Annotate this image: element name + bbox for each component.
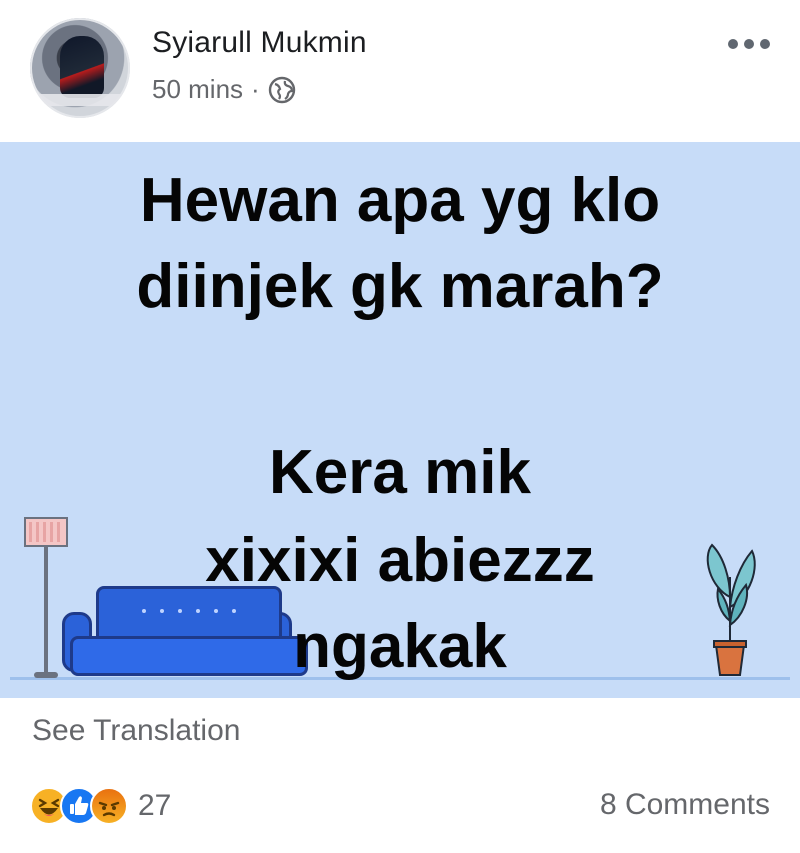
post-time[interactable]: 50 mins xyxy=(152,74,243,105)
reactions-summary[interactable]: 27 xyxy=(30,786,171,826)
card-line-5: ngakak xyxy=(293,612,507,681)
post-meta: 50 mins · xyxy=(152,74,296,105)
avatar-caption-strip xyxy=(30,94,130,106)
reaction-count: 27 xyxy=(138,789,172,822)
dot-icon xyxy=(744,39,754,49)
avatar[interactable] xyxy=(30,18,130,118)
dot-icon xyxy=(728,39,738,49)
globe-icon[interactable] xyxy=(268,76,296,104)
facebook-post: Syiarull Mukmin 50 mins · Hewan apa yg k… xyxy=(0,0,800,853)
card-line-2: diinjek gk marah? xyxy=(136,252,664,321)
angry-icon xyxy=(90,787,128,825)
card-line-1: Hewan apa yg klo xyxy=(139,166,661,235)
card-line-3: Kera mik xyxy=(269,438,531,507)
comments-count-link[interactable]: 8 Comments xyxy=(600,788,770,822)
author-name[interactable]: Syiarull Mukmin xyxy=(152,26,367,60)
dot-icon xyxy=(760,39,770,49)
see-translation-link[interactable]: See Translation xyxy=(32,714,240,748)
meta-separator: · xyxy=(251,74,260,104)
avatar-figure xyxy=(60,36,104,98)
more-options-icon[interactable] xyxy=(728,34,778,54)
card-line-4: xixixi abiezzz xyxy=(205,526,595,595)
status-text-card[interactable]: Hewan apa yg klo diinjek gk marah? Kera … xyxy=(0,142,800,698)
